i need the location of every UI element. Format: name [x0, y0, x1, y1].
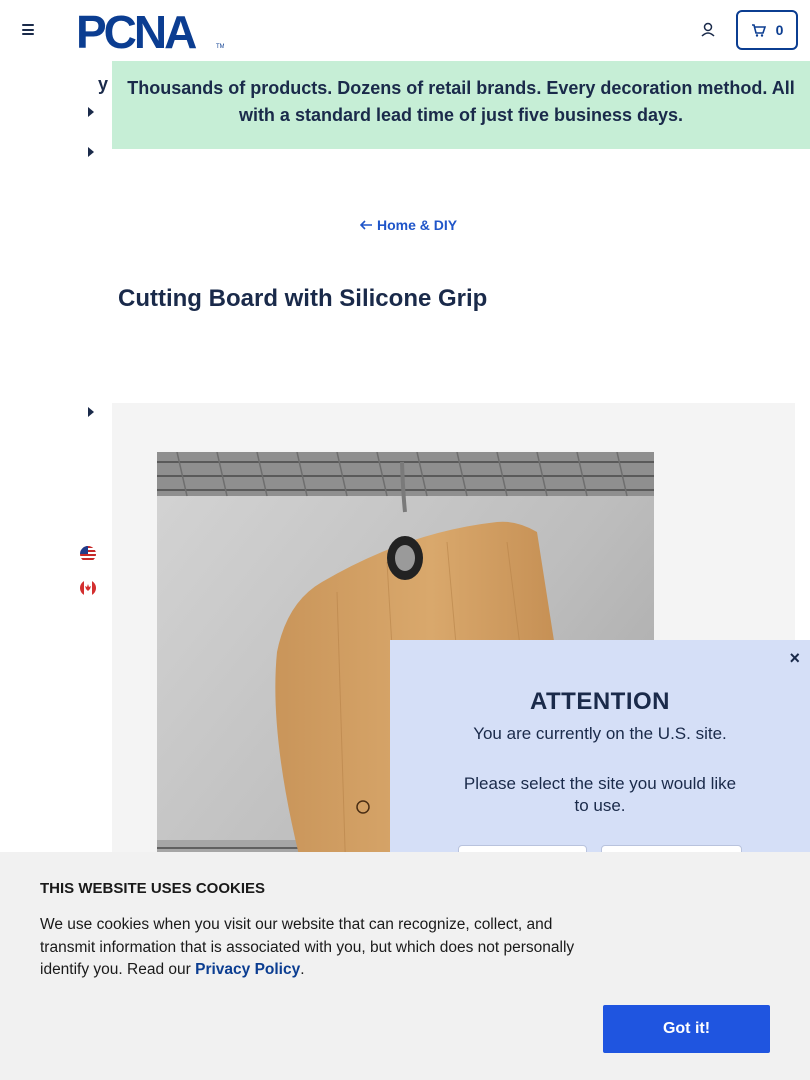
cookie-banner: THIS WEBSITE USES COOKIES We use cookies…: [0, 852, 810, 1080]
us-flag-icon[interactable]: [80, 546, 96, 562]
svg-text:PCNA: PCNA: [76, 10, 196, 52]
pcna-logo[interactable]: PCNA TM: [76, 6, 225, 58]
site-header: PCNA TM 0: [0, 0, 810, 60]
cookie-body: We use cookies when you visit our websit…: [40, 914, 600, 982]
modal-current-site-text: You are currently on the U.S. site.: [473, 724, 727, 743]
breadcrumb-back-link[interactable]: Home & DIY: [360, 217, 457, 233]
modal-instruction-text: Please select the site you would like to…: [463, 774, 737, 815]
menu-icon[interactable]: [22, 24, 34, 36]
cart-count: 0: [775, 22, 784, 38]
caret-right-icon[interactable]: [88, 147, 94, 157]
promo-banner: Thousands of products. Dozens of retail …: [112, 61, 810, 149]
page-title: Cutting Board with Silicone Grip: [118, 285, 488, 312]
close-icon[interactable]: ×: [789, 648, 800, 669]
promo-text: Thousands of products. Dozens of retail …: [127, 78, 795, 125]
cookie-body-text: We use cookies when you visit our websit…: [40, 916, 575, 978]
caret-right-icon[interactable]: [88, 107, 94, 117]
cookie-body-suffix: .: [300, 961, 305, 978]
cookie-title: THIS WEBSITE USES COOKIES: [40, 880, 266, 897]
svg-text:TM: TM: [216, 44, 224, 50]
modal-title: ATTENTION: [529, 688, 671, 715]
accept-cookies-button[interactable]: Got it!: [603, 1005, 770, 1053]
arrow-left-icon: [360, 220, 372, 230]
canada-flag-icon[interactable]: [80, 580, 96, 596]
breadcrumb-label: Home & DIY: [377, 217, 458, 233]
caret-right-icon[interactable]: [88, 407, 94, 417]
cart-icon: [751, 23, 766, 37]
cart-button[interactable]: 0: [736, 10, 798, 50]
privacy-policy-link[interactable]: Privacy Policy: [195, 961, 300, 978]
account-icon[interactable]: [699, 21, 717, 39]
